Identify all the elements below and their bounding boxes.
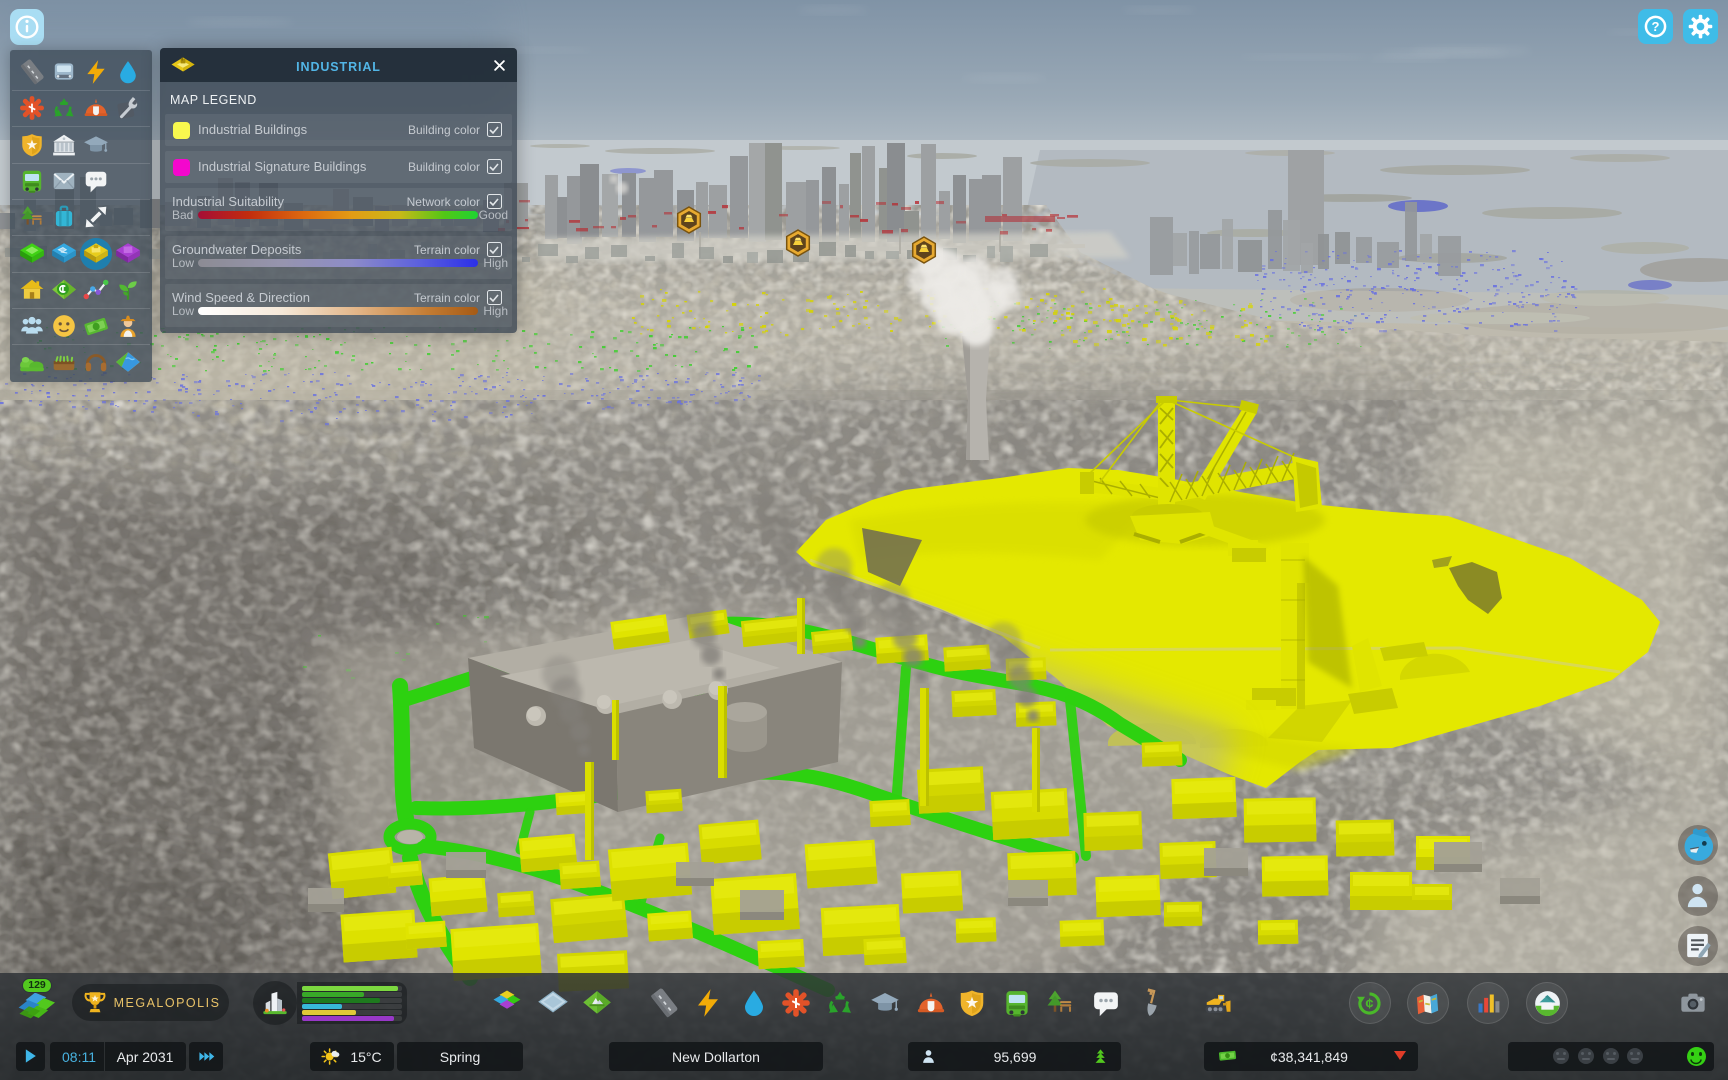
svg-text:?: ? <box>1652 19 1660 34</box>
svg-text:¢: ¢ <box>1365 997 1373 1013</box>
